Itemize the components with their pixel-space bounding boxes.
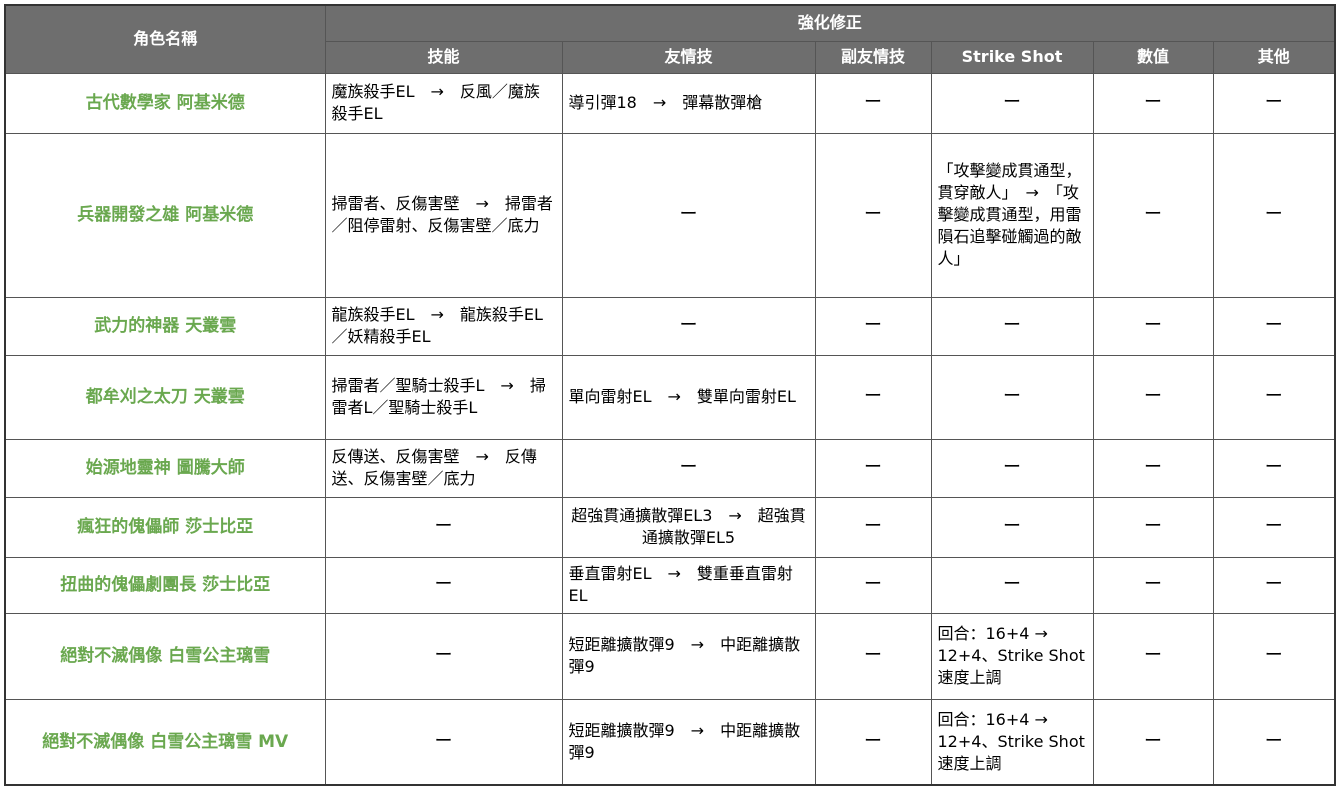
header-other: 其他	[1212, 40, 1336, 74]
other-cell: ー	[1212, 296, 1336, 356]
character-name: 瘋狂的傀儡師 莎士比亞	[4, 496, 326, 558]
table-row: 古代數學家 阿基米德 魔族殺手EL → 反風／魔族殺手EL 導引彈18 → 彈幕…	[4, 72, 1336, 134]
character-name: 始源地靈神 圖騰大師	[4, 438, 326, 498]
friend-cell: ー	[561, 132, 816, 298]
value-cell: ー	[1092, 296, 1214, 356]
friend-cell: ー	[561, 438, 816, 498]
friend-cell: 短距離擴散彈9 → 中距離擴散彈9	[561, 698, 816, 786]
table-row: 兵器開發之雄 阿基米德 掃雷者、反傷害壁 → 掃雷者／阻停雷射、反傷害壁／底力 …	[4, 132, 1336, 298]
table-row: 瘋狂的傀儡師 莎士比亞 ー 超強貫通擴散彈EL3 → 超強貫通擴散彈EL5 ー …	[4, 496, 1336, 558]
modification-table: 角色名稱 強化修正 技能 友情技 副友情技 Strike Shot 數值 其他 …	[4, 4, 1337, 786]
table-row: 絕對不滅偶像 白雪公主璃雪 ー 短距離擴散彈9 → 中距離擴散彈9 ー 回合：1…	[4, 612, 1336, 700]
table-row: 始源地靈神 圖騰大師 反傳送、反傷害壁 → 反傳送、反傷害壁／底力 ー ー ー …	[4, 438, 1336, 498]
character-name: 古代數學家 阿基米德	[4, 72, 326, 134]
header-sub-friend: 副友情技	[814, 40, 932, 74]
skill-cell: ー	[324, 556, 563, 614]
friend-cell: 超強貫通擴散彈EL3 → 超強貫通擴散彈EL5	[561, 496, 816, 558]
sub-friend-cell: ー	[814, 132, 932, 298]
friend-cell: 單向雷射EL → 雙單向雷射EL	[561, 354, 816, 440]
other-cell: ー	[1212, 132, 1336, 298]
other-cell: ー	[1212, 556, 1336, 614]
friend-cell: ー	[561, 296, 816, 356]
sub-friend-cell: ー	[814, 438, 932, 498]
sub-friend-cell: ー	[814, 556, 932, 614]
skill-cell: 掃雷者、反傷害壁 → 掃雷者／阻停雷射、反傷害壁／底力	[324, 132, 563, 298]
value-cell: ー	[1092, 698, 1214, 786]
other-cell: ー	[1212, 698, 1336, 786]
strike-shot-cell: ー	[930, 496, 1094, 558]
character-name: 絕對不滅偶像 白雪公主璃雪 MV	[4, 698, 326, 786]
value-cell: ー	[1092, 612, 1214, 700]
skill-cell: 魔族殺手EL → 反風／魔族殺手EL	[324, 72, 563, 134]
skill-cell: ー	[324, 612, 563, 700]
table-header: 角色名稱 強化修正 技能 友情技 副友情技 Strike Shot 數值 其他	[4, 4, 1336, 74]
other-cell: ー	[1212, 354, 1336, 440]
friend-cell: 導引彈18 → 彈幕散彈槍	[561, 72, 816, 134]
character-name: 都牟刈之太刀 天叢雲	[4, 354, 326, 440]
sub-friend-cell: ー	[814, 72, 932, 134]
character-name: 絕對不滅偶像 白雪公主璃雪	[4, 612, 326, 700]
value-cell: ー	[1092, 72, 1214, 134]
strike-shot-cell: ー	[930, 72, 1094, 134]
other-cell: ー	[1212, 72, 1336, 134]
header-skill: 技能	[324, 40, 563, 74]
value-cell: ー	[1092, 438, 1214, 498]
table-row: 武力的神器 天叢雲 龍族殺手EL → 龍族殺手EL／妖精殺手EL ー ー ー ー…	[4, 296, 1336, 356]
skill-cell: ー	[324, 698, 563, 786]
friend-cell: 短距離擴散彈9 → 中距離擴散彈9	[561, 612, 816, 700]
table-row: 絕對不滅偶像 白雪公主璃雪 MV ー 短距離擴散彈9 → 中距離擴散彈9 ー 回…	[4, 698, 1336, 786]
table-body: 古代數學家 阿基米德 魔族殺手EL → 反風／魔族殺手EL 導引彈18 → 彈幕…	[4, 72, 1336, 786]
value-cell: ー	[1092, 132, 1214, 298]
value-cell: ー	[1092, 354, 1214, 440]
sub-friend-cell: ー	[814, 612, 932, 700]
value-cell: ー	[1092, 496, 1214, 558]
strike-shot-cell: ー	[930, 354, 1094, 440]
other-cell: ー	[1212, 496, 1336, 558]
sub-friend-cell: ー	[814, 296, 932, 356]
skill-cell: 龍族殺手EL → 龍族殺手EL／妖精殺手EL	[324, 296, 563, 356]
sub-friend-cell: ー	[814, 698, 932, 786]
table-row: 都牟刈之太刀 天叢雲 掃雷者／聖騎士殺手L → 掃雷者L／聖騎士殺手L 單向雷射…	[4, 354, 1336, 440]
skill-cell: ー	[324, 496, 563, 558]
header-character-name: 角色名稱	[4, 4, 326, 74]
sub-friend-cell: ー	[814, 496, 932, 558]
sub-friend-cell: ー	[814, 354, 932, 440]
value-cell: ー	[1092, 556, 1214, 614]
character-name: 兵器開發之雄 阿基米德	[4, 132, 326, 298]
header-friend: 友情技	[561, 40, 816, 74]
skill-cell: 掃雷者／聖騎士殺手L → 掃雷者L／聖騎士殺手L	[324, 354, 563, 440]
strike-shot-cell: 回合：16+4 → 12+4、Strike Shot速度上調	[930, 698, 1094, 786]
other-cell: ー	[1212, 438, 1336, 498]
other-cell: ー	[1212, 612, 1336, 700]
header-strike-shot: Strike Shot	[930, 40, 1094, 74]
character-name: 武力的神器 天叢雲	[4, 296, 326, 356]
strike-shot-cell: ー	[930, 296, 1094, 356]
character-name: 扭曲的傀儡劇團長 莎士比亞	[4, 556, 326, 614]
table-row: 扭曲的傀儡劇團長 莎士比亞 ー 垂直雷射EL → 雙重垂直雷射EL ー ー ー …	[4, 556, 1336, 614]
header-group: 強化修正	[324, 4, 1336, 42]
strike-shot-cell: 「攻擊變成貫通型，貫穿敵人」 → 「攻擊變成貫通型，用雷隕石追擊碰觸過的敵人」	[930, 132, 1094, 298]
header-value: 數值	[1092, 40, 1214, 74]
strike-shot-cell: 回合：16+4 → 12+4、Strike Shot速度上調	[930, 612, 1094, 700]
strike-shot-cell: ー	[930, 438, 1094, 498]
friend-cell: 垂直雷射EL → 雙重垂直雷射EL	[561, 556, 816, 614]
skill-cell: 反傳送、反傷害壁 → 反傳送、反傷害壁／底力	[324, 438, 563, 498]
strike-shot-cell: ー	[930, 556, 1094, 614]
